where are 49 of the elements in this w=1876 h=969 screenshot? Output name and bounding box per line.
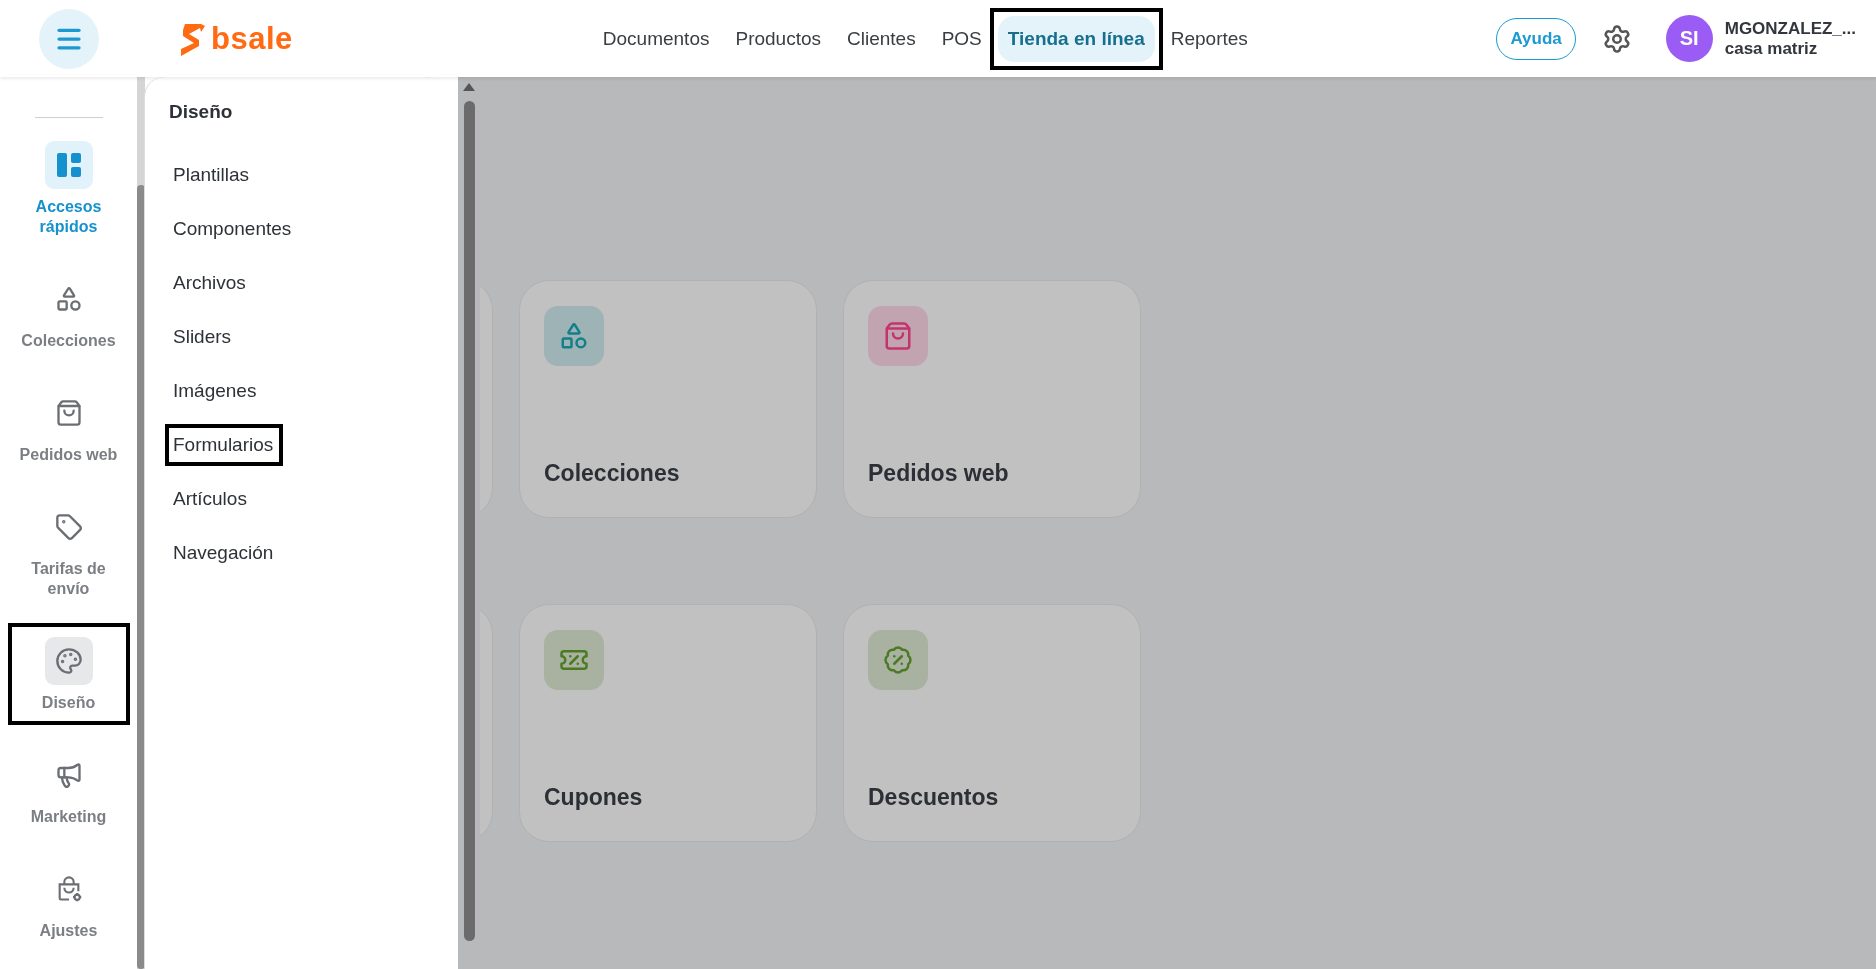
sidebar-item[interactable]: Marketing — [7, 737, 130, 839]
tag-icon — [54, 513, 83, 541]
sidebar-label: Colecciones — [21, 331, 116, 351]
nav-tab[interactable]: Documentos — [592, 15, 720, 62]
shortcut-card[interactable]: Colecciones — [519, 280, 817, 518]
nav-tab[interactable]: Clientes — [837, 15, 926, 62]
sidebar-label: Ajustes — [39, 921, 98, 941]
sidebar-label: Accesos rápidos — [34, 197, 103, 237]
nav-tab[interactable]: POS — [931, 15, 992, 62]
submenu-item[interactable]: Formularios — [165, 424, 284, 466]
card-title: Colecciones — [544, 460, 681, 487]
shortcut-card[interactable]: Descuentos — [843, 604, 1141, 842]
dashboard-icon — [54, 151, 83, 179]
submenu-item[interactable]: Navegación — [165, 532, 284, 574]
sidebar-item[interactable]: Colecciones — [7, 261, 130, 363]
submenu-item[interactable]: Plantillas — [165, 154, 260, 196]
user-avatar[interactable]: SI — [1665, 15, 1713, 62]
shapes-icon — [54, 285, 83, 313]
sidebar-label: Pedidos web — [19, 445, 118, 465]
submenu-item[interactable]: Sliders — [165, 316, 242, 358]
card-title: Descuentos — [868, 784, 1000, 811]
scroll-up-arrow-icon[interactable] — [463, 83, 475, 91]
submenu-item[interactable]: Archivos — [165, 262, 256, 304]
branch-name: casa matriz — [1724, 38, 1819, 59]
submenu-item[interactable]: Artículos — [165, 478, 257, 520]
settings-icon[interactable] — [1601, 23, 1632, 54]
nav-tab[interactable]: Tienda en línea — [997, 15, 1155, 62]
submenu-item[interactable]: Componentes — [165, 208, 302, 250]
nav-tab[interactable]: Productos — [725, 15, 831, 62]
card-title: Cupones — [544, 784, 644, 811]
sidebar-item[interactable]: Diseño — [7, 623, 130, 725]
shortcut-card[interactable]: Pedidos web — [843, 280, 1141, 518]
sidebar-item[interactable]: Pedidos web — [7, 375, 130, 477]
submenu-title: Diseño — [169, 101, 234, 123]
scrollbar[interactable] — [458, 77, 480, 969]
nav-tab[interactable]: Reportes — [1160, 15, 1258, 62]
sidebar-item[interactable]: Ajustes — [7, 851, 130, 953]
shopping-bag-icon — [54, 399, 83, 427]
card-title: Pedidos web — [868, 460, 1010, 487]
sidebar-label: Marketing — [30, 807, 107, 827]
sidebar-label: Tarifas de envío — [30, 559, 107, 599]
shortcut-card[interactable]: Cupones — [519, 604, 817, 842]
sidebar-label: Diseño — [41, 693, 96, 713]
submenu-item[interactable]: Imágenes — [165, 370, 267, 412]
sidebar-item[interactable]: Tarifas de envío — [7, 489, 130, 611]
megaphone-icon — [54, 761, 83, 789]
palette-icon — [54, 647, 83, 675]
user-name: MGONZALEZ_... — [1724, 18, 1856, 39]
brand-logo: bsale — [211, 20, 293, 57]
